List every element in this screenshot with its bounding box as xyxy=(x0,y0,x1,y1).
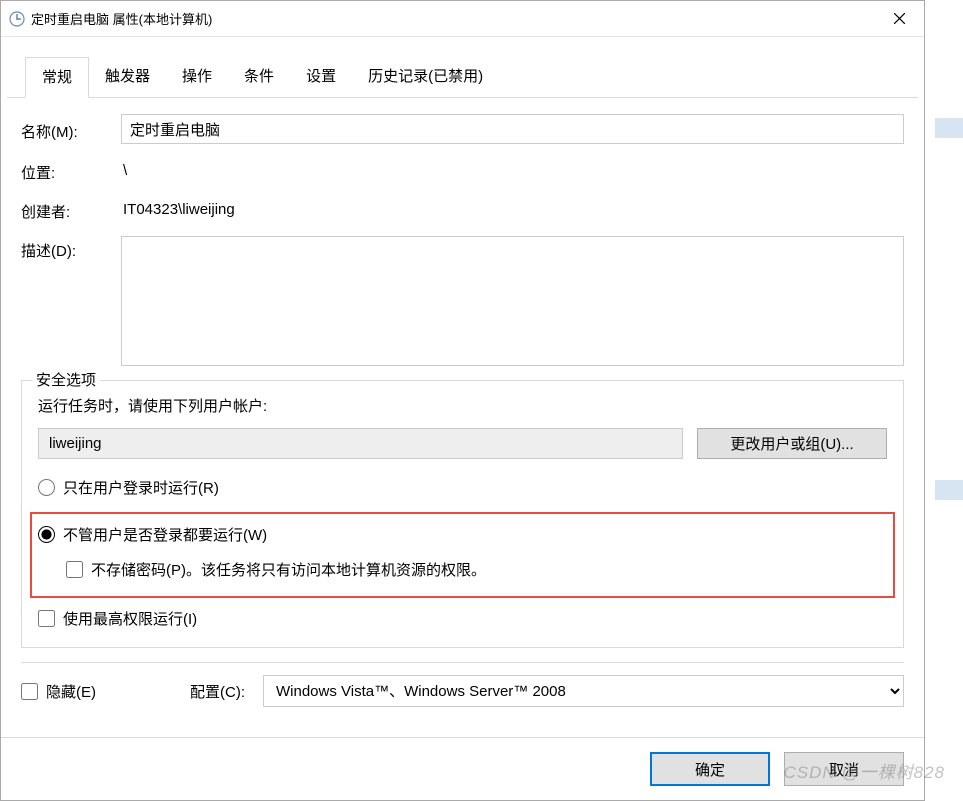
tab-triggers[interactable]: 触发器 xyxy=(89,57,166,97)
checkbox-highest-priv[interactable] xyxy=(38,610,55,627)
titlebar: 定时重启电脑 属性(本地计算机) xyxy=(1,1,924,37)
highest-priv-label: 使用最高权限运行(I) xyxy=(63,608,197,629)
no-store-password-row[interactable]: 不存储密码(P)。该任务将只有访问本地计算机资源的权限。 xyxy=(66,559,887,580)
radio-logged-on-row[interactable]: 只在用户登录时运行(R) xyxy=(38,477,887,498)
radio-any-row[interactable]: 不管用户是否登录都要运行(W) xyxy=(38,524,887,545)
task-properties-dialog: 定时重启电脑 属性(本地计算机) 常规 触发器 操作 条件 设置 历史记录(已禁… xyxy=(0,0,925,801)
clock-icon xyxy=(9,11,25,27)
hidden-label: 隐藏(E) xyxy=(46,681,96,702)
user-account-display: liweijing xyxy=(38,428,683,459)
security-legend: 安全选项 xyxy=(32,369,100,390)
checkbox-no-store-password[interactable] xyxy=(66,561,83,578)
close-button[interactable] xyxy=(876,3,922,35)
highest-priv-row[interactable]: 使用最高权限运行(I) xyxy=(38,608,887,629)
configure-for-select[interactable]: Windows Vista™、Windows Server™ 2008 xyxy=(263,675,904,707)
checkbox-hidden[interactable] xyxy=(21,683,38,700)
tab-general[interactable]: 常规 xyxy=(25,57,89,98)
radio-logged-on[interactable] xyxy=(38,479,55,496)
run-as-text: 运行任务时，请使用下列用户帐户: xyxy=(38,395,887,416)
name-input[interactable] xyxy=(121,114,904,144)
security-options-group: 安全选项 运行任务时，请使用下列用户帐户: liweijing 更改用户或组(U… xyxy=(21,380,904,648)
name-label: 名称(M): xyxy=(21,117,121,142)
radio-logged-on-label: 只在用户登录时运行(R) xyxy=(63,477,219,498)
configure-for-label: 配置(C): xyxy=(190,681,245,702)
tab-conditions[interactable]: 条件 xyxy=(228,57,290,97)
tab-bar: 常规 触发器 操作 条件 设置 历史记录(已禁用) xyxy=(7,37,918,98)
no-store-password-label: 不存储密码(P)。该任务将只有访问本地计算机资源的权限。 xyxy=(91,559,486,580)
ok-button[interactable]: 确定 xyxy=(650,752,770,786)
window-title: 定时重启电脑 属性(本地计算机) xyxy=(31,9,876,28)
tab-actions[interactable]: 操作 xyxy=(166,57,228,97)
author-label: 创建者: xyxy=(21,197,121,222)
tab-content-general: 名称(M): 位置: \ 创建者: IT04323\liweijing 描述(D… xyxy=(1,98,924,737)
radio-any-label: 不管用户是否登录都要运行(W) xyxy=(63,524,267,545)
description-label: 描述(D): xyxy=(21,236,121,261)
hidden-check-row[interactable]: 隐藏(E) xyxy=(21,681,96,702)
config-row: 隐藏(E) 配置(C): Windows Vista™、Windows Serv… xyxy=(21,662,904,707)
highlight-annotation: 不管用户是否登录都要运行(W) 不存储密码(P)。该任务将只有访问本地计算机资源… xyxy=(30,512,895,598)
cancel-button[interactable]: 取消 xyxy=(784,752,904,786)
author-value: IT04323\liweijing xyxy=(121,197,904,222)
change-user-button[interactable]: 更改用户或组(U)... xyxy=(697,428,887,459)
dialog-footer: 确定 取消 xyxy=(1,737,924,800)
location-label: 位置: xyxy=(21,158,121,183)
location-value: \ xyxy=(121,158,904,183)
tab-settings[interactable]: 设置 xyxy=(290,57,352,97)
radio-any[interactable] xyxy=(38,526,55,543)
description-input[interactable] xyxy=(121,236,904,366)
tab-history[interactable]: 历史记录(已禁用) xyxy=(352,57,499,97)
